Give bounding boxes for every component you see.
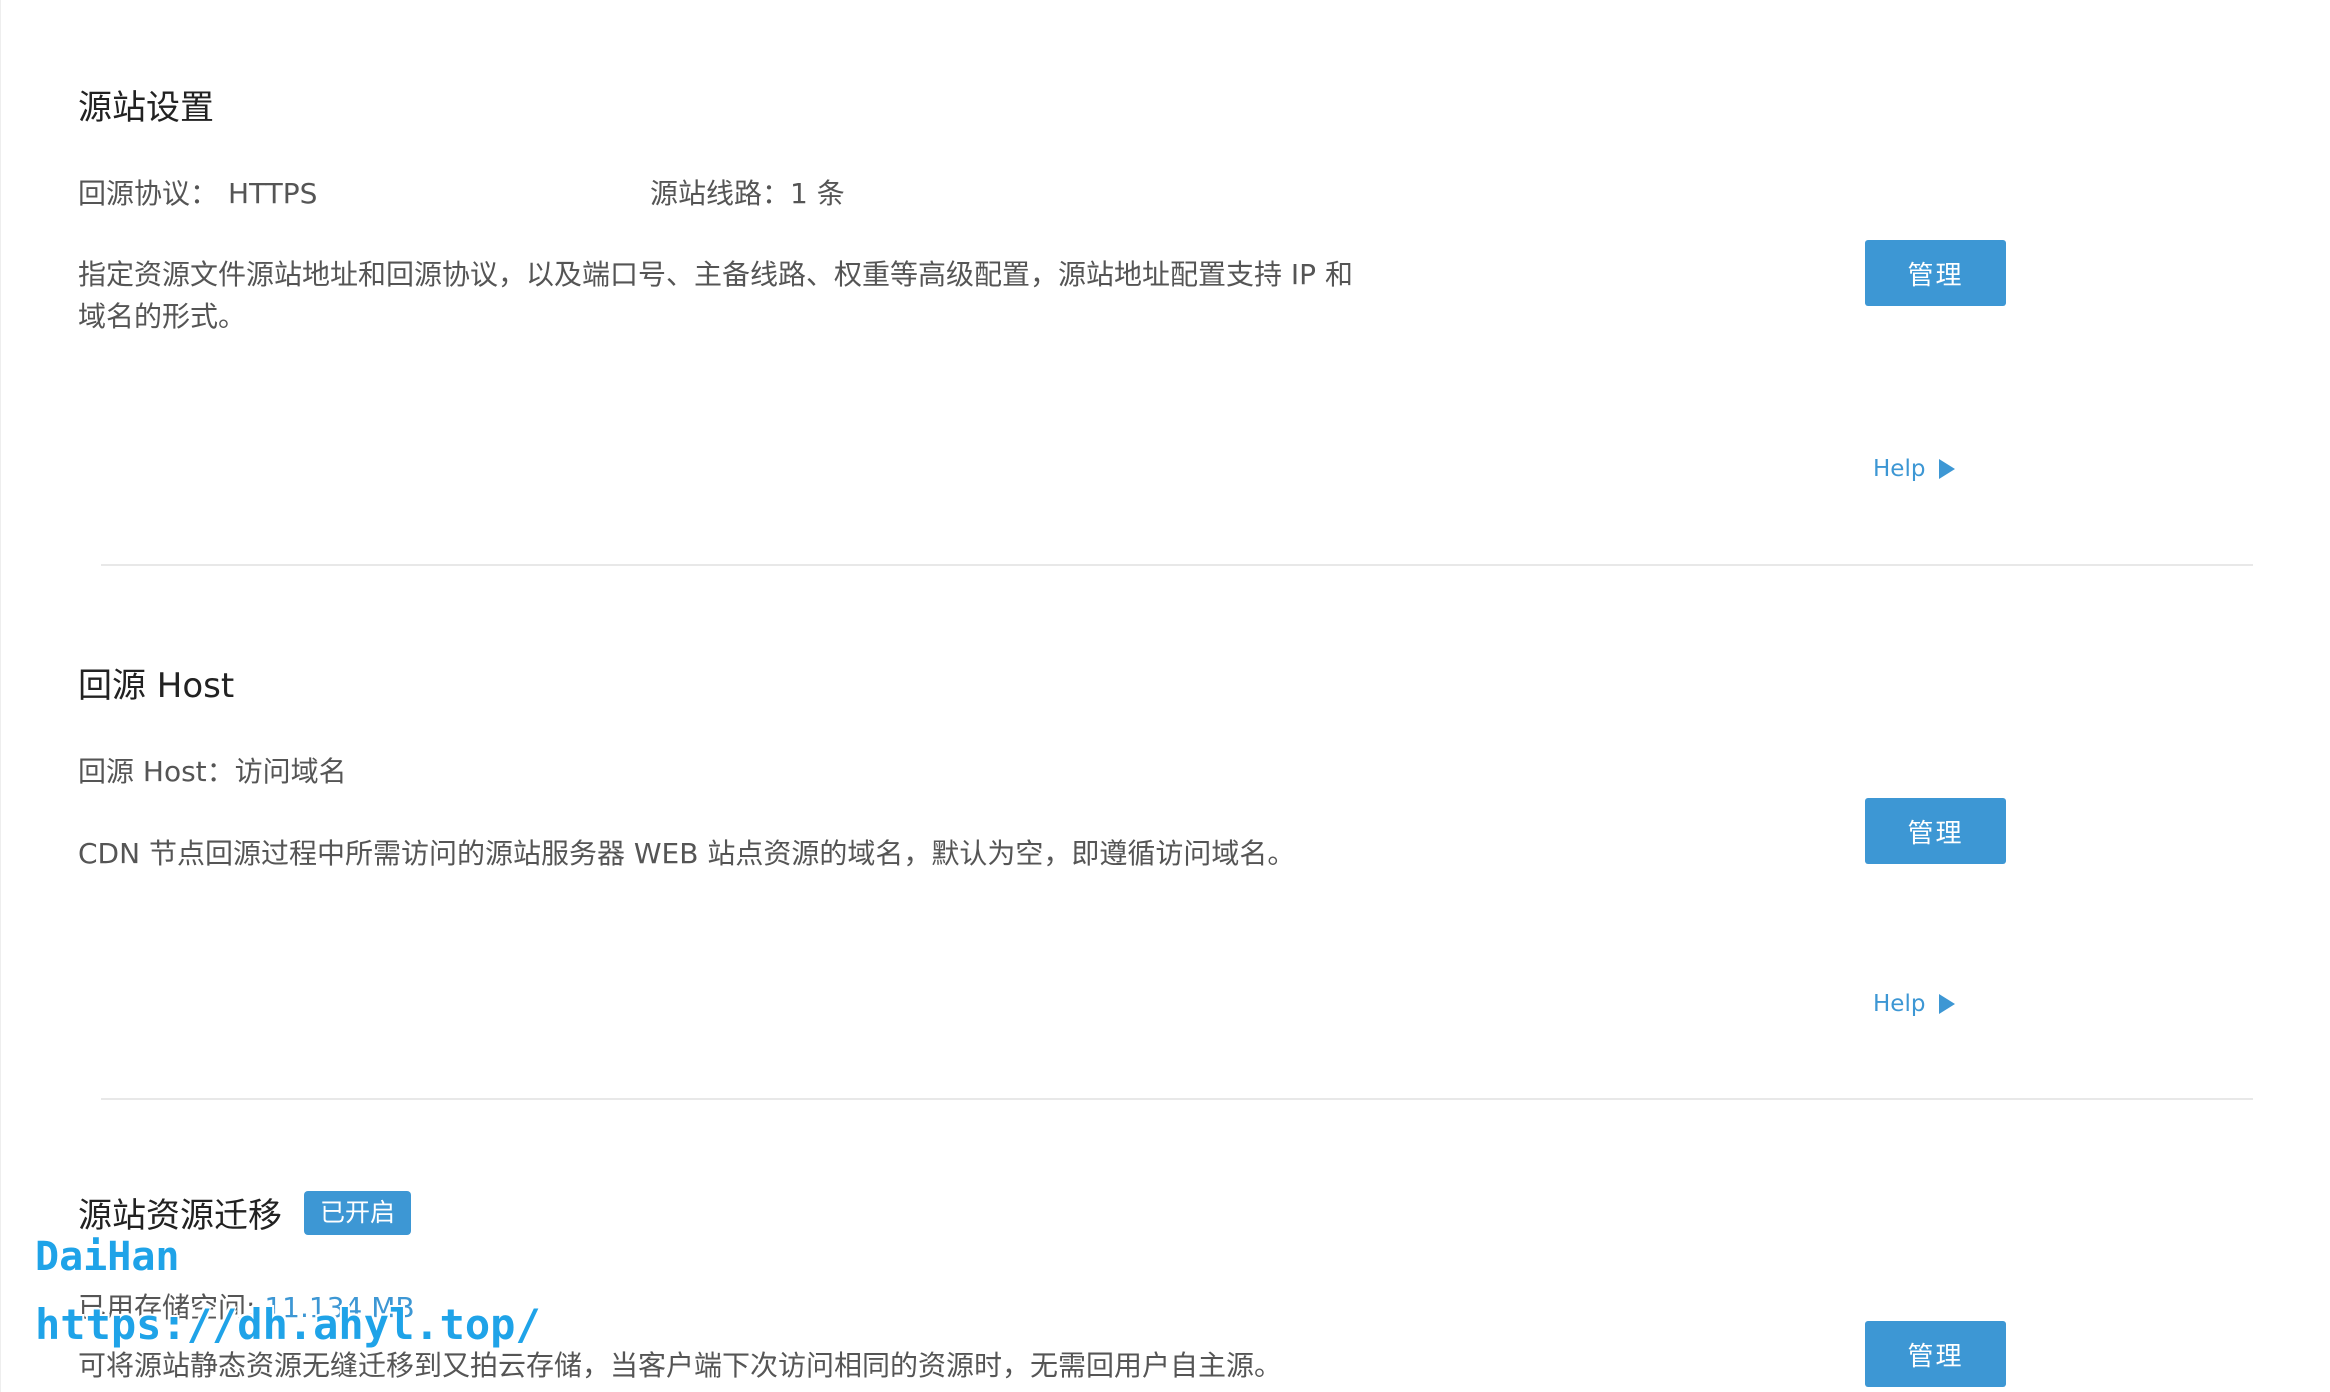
status-badge: 已开启 [304,1190,412,1235]
origin-lines-info: 源站线路：1 条 [650,177,845,210]
watermark-url: https://dh.ahyl.top/ [35,1300,541,1349]
section-divider [101,564,2253,566]
watermark-name: DaiHan [35,1234,180,1280]
origin-settings-description: 指定资源文件源站地址和回源协议，以及端口号、主备线路、权重等高级配置，源站地址配… [78,258,1353,333]
origin-host-description: CDN 节点回源过程中所需访问的源站服务器 WEB 站点资源的域名，默认为空，即… [78,837,1296,870]
origin-migration-description: 可将源站静态资源无缝迁移到又拍云存储，当客户端下次访问相同的资源时，无需回用户自… [78,1349,1283,1382]
origin-host-manage-button[interactable]: 管理 [1865,798,2006,864]
origin-settings-help-link[interactable]: Help [1873,456,1956,482]
origin-host-help-link[interactable]: Help [1873,991,1956,1017]
origin-settings-manage-button[interactable]: 管理 [1865,240,2006,306]
origin-host-info: 回源 Host：访问域名 [78,755,347,788]
origin-protocol-info: 回源协议： HTTPS [78,177,318,210]
origin-host-title: 回源 Host [78,666,235,706]
origin-migration-manage-button[interactable]: 管理 [1865,1321,2006,1387]
page: 源站设置 回源协议： HTTPS 源站线路：1 条 指定资源文件源站地址和回源协议… [0,0,2330,1392]
play-triangle-icon [1939,994,1956,1014]
section-divider [101,1098,2253,1100]
origin-migration-title: 源站资源迁移 已开启 [78,1188,412,1237]
play-triangle-icon [1939,459,1956,479]
origin-settings-title: 源站设置 [78,88,214,128]
